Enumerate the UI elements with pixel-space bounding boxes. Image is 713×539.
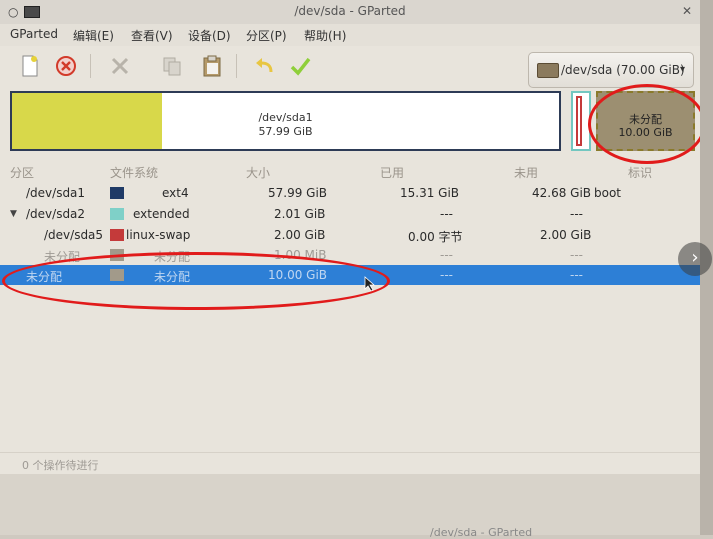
apply-button[interactable] xyxy=(288,54,312,78)
filesystem-cell: linux-swap xyxy=(126,228,191,242)
filesystem-cell: 未分配 xyxy=(154,270,191,284)
size-cell: 2.01 GiB xyxy=(274,207,326,221)
table-row[interactable]: ▼ /dev/sda2 extended 2.01 GiB --- --- xyxy=(0,204,700,224)
used-cell: 0.00 字节 xyxy=(408,230,463,244)
filesystem-color-swatch xyxy=(110,229,124,241)
filesystem-color-swatch xyxy=(110,208,124,220)
filesystem-cell: ext4 xyxy=(162,186,189,200)
partition-cell: /dev/sda5 xyxy=(44,228,104,242)
unused-cell: 2.00 GiB xyxy=(540,228,592,242)
menu-edit[interactable]: 编辑(E) xyxy=(73,27,114,44)
diskmap-sda1-name: /dev/sda1 xyxy=(258,111,313,124)
diskmap-unallocated-size: 10.00 GiB xyxy=(618,126,673,139)
table-row[interactable]: 未分配 未分配 1.00 MiB --- --- xyxy=(0,245,700,265)
table-header: 分区 文件系统 大小 已用 未用 标识 xyxy=(0,162,700,182)
diskmap-sda1[interactable]: /dev/sda1 57.99 GiB xyxy=(10,91,561,151)
table-row-selected[interactable]: 未分配 未分配 10.00 GiB --- --- xyxy=(0,265,700,285)
expand-arrow-icon[interactable]: ▼ xyxy=(10,209,17,219)
next-arrow-icon[interactable]: › xyxy=(678,242,712,276)
resize-move-icon xyxy=(111,57,129,75)
unused-cell: --- xyxy=(570,268,583,282)
delete-partition-button[interactable] xyxy=(54,54,78,78)
used-cell: --- xyxy=(440,248,453,262)
size-cell: 1.00 MiB xyxy=(274,248,327,262)
menu-view[interactable]: 查看(V) xyxy=(131,27,173,44)
menu-device[interactable]: 设备(D) xyxy=(188,27,231,44)
menu-help[interactable]: 帮助(H) xyxy=(304,27,346,44)
used-cell: --- xyxy=(440,268,453,282)
column-used[interactable]: 已用 xyxy=(380,164,404,181)
taskbar-item[interactable]: /dev/sda - GParted xyxy=(430,526,532,539)
size-cell: 2.00 GiB xyxy=(274,228,326,242)
resize-move-button[interactable] xyxy=(108,54,132,78)
title-bar: ○ /dev/sda - GParted ✕ xyxy=(0,0,700,25)
column-flags[interactable]: 标识 xyxy=(628,164,652,181)
partition-cell: 未分配 xyxy=(26,270,63,284)
mouse-cursor-icon xyxy=(364,276,376,292)
chevron-down-icon: ▾ xyxy=(679,64,685,75)
diskmap-unallocated[interactable]: 未分配 10.00 GiB xyxy=(596,91,695,151)
used-cell: 15.31 GiB xyxy=(400,186,460,200)
table-row[interactable]: /dev/sda5 linux-swap 2.00 GiB 0.00 字节 2.… xyxy=(0,225,700,245)
unused-cell: --- xyxy=(570,207,583,221)
column-unused[interactable]: 未用 xyxy=(514,164,538,181)
undo-icon xyxy=(256,58,273,73)
new-icon xyxy=(22,55,38,77)
column-partition[interactable]: 分区 xyxy=(10,164,34,181)
toolbar-separator xyxy=(90,54,91,78)
new-partition-button[interactable] xyxy=(18,54,42,78)
device-selector-label: /dev/sda (70.00 GiB) xyxy=(561,63,685,77)
diskmap-extended[interactable] xyxy=(571,91,591,151)
disk-icon xyxy=(537,63,559,78)
unused-cell: 42.68 GiB xyxy=(532,186,592,200)
paste-icon xyxy=(203,55,221,77)
table-row[interactable]: /dev/sda1 ext4 57.99 GiB 15.31 GiB 42.68… xyxy=(0,183,700,203)
gparted-window: ○ /dev/sda - GParted ✕ GParted 编辑(E) 查看(… xyxy=(0,0,706,539)
close-icon[interactable]: ✕ xyxy=(680,4,694,18)
diskmap-swap[interactable] xyxy=(576,96,582,146)
flags-cell: boot xyxy=(594,186,622,200)
paste-button[interactable] xyxy=(200,54,224,78)
column-filesystem[interactable]: 文件系统 xyxy=(110,164,158,181)
copy-icon xyxy=(163,57,181,76)
apply-icon xyxy=(290,57,311,76)
filesystem-color-swatch xyxy=(110,187,124,199)
unused-cell: --- xyxy=(570,248,583,262)
filesystem-color-swatch xyxy=(110,249,124,261)
disk-map: /dev/sda1 57.99 GiB 未分配 10.00 GiB xyxy=(8,89,698,155)
status-bar: 0 个操作待进行 xyxy=(0,456,700,472)
copy-button[interactable] xyxy=(160,54,184,78)
diskmap-sda1-size: 57.99 GiB xyxy=(258,125,313,138)
device-selector[interactable]: /dev/sda (70.00 GiB) ▾ xyxy=(528,52,694,88)
window-title: /dev/sda - GParted xyxy=(294,4,406,18)
filesystem-color-swatch xyxy=(110,269,124,281)
menu-bar: GParted 编辑(E) 查看(V) 设备(D) 分区(P) 帮助(H) xyxy=(0,24,700,46)
partition-cell: 未分配 xyxy=(44,250,81,264)
used-cell: --- xyxy=(440,207,453,221)
column-size[interactable]: 大小 xyxy=(246,164,270,181)
partition-cell: /dev/sda2 xyxy=(26,207,86,221)
desktop-area: /dev/sda - GParted xyxy=(0,474,700,539)
size-cell: 10.00 GiB xyxy=(268,268,328,282)
partition-cell: /dev/sda1 xyxy=(26,186,86,200)
undo-button[interactable] xyxy=(252,54,276,78)
toolbar-separator xyxy=(236,54,237,78)
pending-operations-text: 0 个操作待进行 xyxy=(22,459,99,472)
menu-partition[interactable]: 分区(P) xyxy=(246,27,287,44)
diskmap-unallocated-name: 未分配 xyxy=(629,113,662,126)
menu-gparted[interactable]: GParted xyxy=(10,27,58,41)
filesystem-cell: extended xyxy=(133,207,190,221)
status-divider xyxy=(0,452,700,453)
filesystem-cell: 未分配 xyxy=(154,250,191,264)
size-cell: 57.99 GiB xyxy=(268,186,328,200)
delete-icon xyxy=(56,56,76,76)
